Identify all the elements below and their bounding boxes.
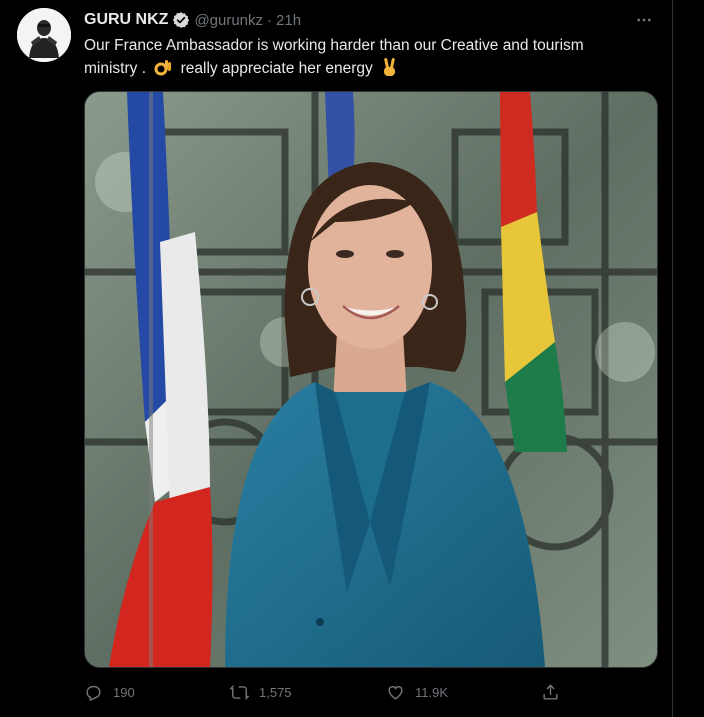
reply-button[interactable]: 190 bbox=[84, 680, 135, 704]
more-button[interactable] bbox=[628, 6, 660, 34]
column-divider bbox=[672, 0, 673, 717]
share-button[interactable] bbox=[541, 680, 560, 704]
like-icon bbox=[388, 685, 403, 700]
tweet-text: Our France Ambassador is working harder … bbox=[84, 34, 654, 80]
separator-dot: · bbox=[267, 11, 273, 29]
reply-icon bbox=[86, 685, 101, 701]
retweet-icon bbox=[230, 684, 249, 700]
tweet-header: GURU NKZ @gurunkz · 21h bbox=[84, 10, 301, 30]
victory-hand-emoji bbox=[380, 57, 400, 77]
reply-count: 190 bbox=[113, 684, 135, 700]
avatar[interactable] bbox=[17, 8, 71, 62]
tweet-text-line1: Our France Ambassador is working harder … bbox=[84, 37, 584, 54]
tweet-actions: 190 1,575 11.9K bbox=[84, 680, 564, 704]
author-name[interactable]: GURU NKZ bbox=[84, 11, 168, 29]
like-button[interactable]: 11.9K bbox=[386, 680, 448, 704]
tweet-text-line2b: really appreciate her energy bbox=[180, 60, 373, 77]
retweet-button[interactable]: 1,575 bbox=[230, 680, 292, 704]
tweet[interactable]: GURU NKZ @gurunkz · 21h Our France Ambas… bbox=[0, 0, 672, 717]
retweet-count: 1,575 bbox=[259, 684, 292, 700]
more-icon bbox=[637, 18, 651, 22]
ok-hand-emoji bbox=[153, 57, 173, 77]
tweet-text-line2a: ministry . bbox=[84, 60, 146, 77]
tweet-photo[interactable] bbox=[84, 91, 658, 668]
share-icon bbox=[543, 683, 558, 700]
ambassador-photo bbox=[85, 92, 657, 667]
verified-badge-icon bbox=[172, 11, 190, 29]
like-count: 11.9K bbox=[415, 684, 449, 700]
tweet-timestamp[interactable]: 21h bbox=[276, 12, 301, 29]
author-handle[interactable]: @gurunkz bbox=[194, 12, 263, 29]
